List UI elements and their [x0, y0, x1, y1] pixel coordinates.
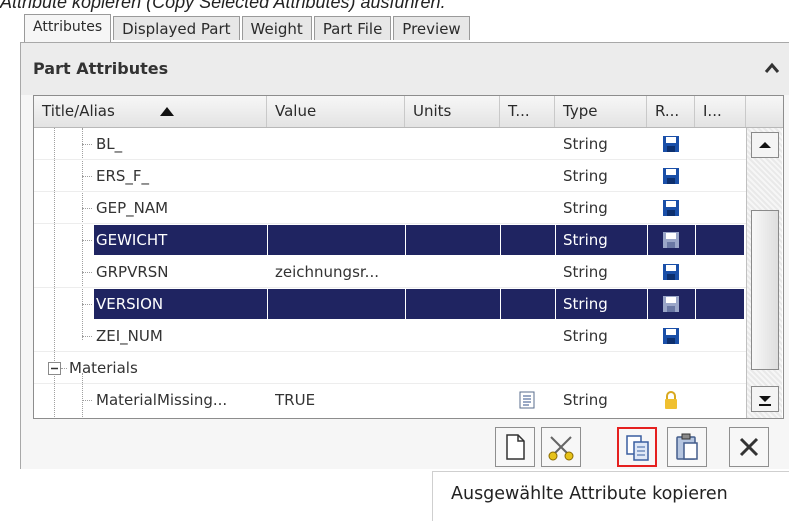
sort-ascending-icon — [160, 107, 174, 116]
chevron-up-icon — [764, 62, 780, 73]
tab-bar: Attributes Displayed Part Weight Part Fi… — [24, 14, 472, 42]
table-row[interactable]: ZEI_NUM String — [34, 320, 746, 352]
cell-value — [275, 320, 403, 352]
cell-type: String — [563, 231, 608, 249]
column-header-t[interactable]: T... — [500, 96, 555, 127]
column-title-label: Title/Alias — [42, 102, 115, 120]
cell-value — [275, 128, 403, 160]
collapse-tree-icon[interactable] — [48, 362, 61, 375]
delete-attribute-button[interactable] — [729, 427, 769, 467]
grid-header: Title/Alias Value Units T... Type R... I… — [34, 96, 783, 128]
new-attribute-button[interactable] — [495, 427, 535, 467]
cut-attribute-button[interactable] — [541, 427, 581, 467]
copy-selected-attributes-button[interactable] — [617, 427, 657, 467]
tab-preview[interactable]: Preview — [393, 16, 470, 40]
tooltip-text: Ausgewählte Attribute kopieren — [451, 484, 728, 504]
panel-title: Part Attributes — [33, 59, 169, 78]
cell-title: BL_ — [96, 135, 123, 153]
cell-title: ZEI_NUM — [96, 327, 163, 345]
save-icon — [663, 168, 679, 184]
table-row[interactable]: MaterialMissing... TRUE String — [34, 384, 746, 416]
delete-icon — [739, 437, 759, 457]
table-row[interactable]: GEP_NAM String — [34, 192, 746, 224]
group-label: Materials — [69, 359, 138, 377]
cell-title: MaterialMissing... — [96, 391, 228, 409]
cell-type: String — [563, 167, 608, 185]
tab-attributes[interactable]: Attributes — [24, 14, 112, 42]
column-header-units[interactable]: Units — [405, 96, 500, 127]
scroll-down-button[interactable] — [751, 386, 779, 412]
cell-value — [275, 224, 403, 256]
table-row[interactable]: GRPVRSN zeichnungsr... String — [34, 256, 746, 288]
cell-title: VERSION — [96, 295, 164, 313]
save-icon — [663, 328, 679, 344]
column-header-spacer — [746, 96, 783, 127]
cell-value — [275, 192, 403, 224]
cell-value: TRUE — [275, 391, 316, 409]
paste-attribute-button[interactable] — [667, 427, 707, 467]
arrow-up-icon — [759, 142, 771, 148]
new-icon — [506, 434, 525, 460]
lock-icon — [665, 391, 677, 409]
save-icon — [663, 200, 679, 216]
collapse-button[interactable] — [759, 56, 785, 82]
column-header-i[interactable]: I... — [695, 96, 746, 127]
cell-title: GRPVRSN — [96, 263, 169, 281]
table-row-selected[interactable]: GEWICHT String — [34, 224, 746, 256]
column-header-value[interactable]: Value — [267, 96, 405, 127]
tab-displayed-part[interactable]: Displayed Part — [113, 16, 240, 40]
cut-icon — [548, 436, 574, 461]
copy-icon — [626, 435, 649, 461]
part-attributes-panel: Part Attributes Title/Alias Value Units … — [20, 42, 789, 469]
instruction-caption: Attribute kopieren (Copy Selected Attrib… — [0, 0, 446, 12]
cell-type: String — [563, 327, 608, 345]
save-icon — [663, 232, 679, 248]
cell-title: ERS_F_ — [96, 167, 150, 185]
panel-header: Part Attributes — [21, 43, 789, 95]
table-row-selected[interactable]: VERSION String — [34, 288, 746, 320]
paste-icon — [676, 433, 698, 460]
cell-value — [275, 288, 403, 320]
group-row-materials[interactable]: Materials — [34, 352, 746, 384]
cell-type: String — [563, 263, 608, 281]
cell-type: String — [563, 295, 608, 313]
attributes-grid: Title/Alias Value Units T... Type R... I… — [33, 95, 784, 419]
tab-part-file[interactable]: Part File — [313, 16, 392, 40]
cell-title: GEP_NAM — [96, 199, 169, 217]
vertical-scrollbar[interactable] — [746, 128, 782, 418]
scroll-thumb[interactable] — [751, 210, 779, 370]
cell-value: zeichnungsr... — [275, 263, 379, 281]
cell-type: String — [563, 391, 608, 409]
column-header-r[interactable]: R... — [647, 96, 695, 127]
table-row[interactable]: ERS_F_ String — [34, 160, 746, 192]
tooltip: Ausgewählte Attribute kopieren — [432, 471, 789, 521]
table-row[interactable]: BL_ String — [34, 128, 746, 160]
tab-weight[interactable]: Weight — [241, 16, 312, 40]
column-header-title[interactable]: Title/Alias — [34, 96, 267, 127]
column-header-type[interactable]: Type — [555, 96, 647, 127]
document-icon — [519, 391, 535, 409]
save-icon — [663, 136, 679, 152]
cell-title: GEWICHT — [96, 231, 168, 249]
scroll-up-button[interactable] — [751, 132, 779, 158]
cell-type: String — [563, 135, 608, 153]
save-icon — [663, 264, 679, 280]
arrow-down-icon — [759, 396, 771, 406]
cell-type: String — [563, 199, 608, 217]
save-icon — [663, 296, 679, 312]
cell-value — [275, 160, 403, 192]
